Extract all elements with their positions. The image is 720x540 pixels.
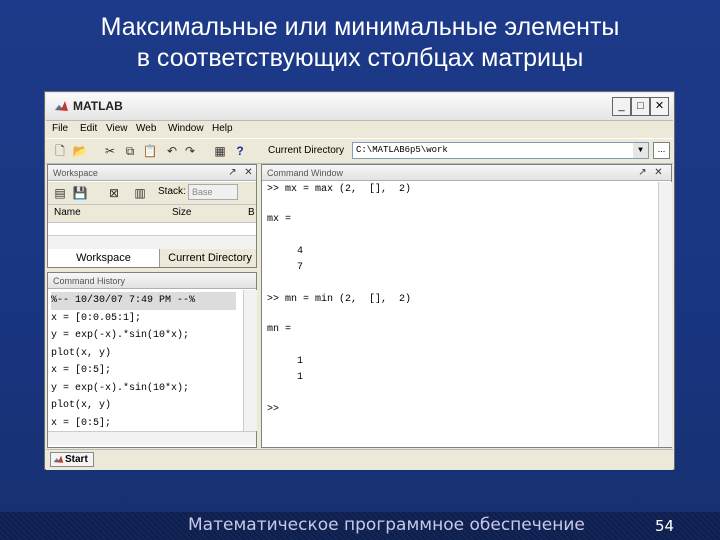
- copy-icon[interactable]: ⧉: [122, 143, 138, 159]
- col-name[interactable]: Name: [54, 207, 81, 218]
- undock-icon[interactable]: ↗: [636, 166, 649, 179]
- matlab-logo-icon: [55, 101, 68, 111]
- matlab-window: MATLAB _ □ ✕ File Edit View Web Window H…: [44, 91, 675, 470]
- command-history-list: %-- 10/30/07 7:49 PM --% x = [0:0.05:1];…: [51, 292, 236, 444]
- history-line[interactable]: x = [0:5];: [51, 415, 236, 433]
- history-line[interactable]: y = exp(-x).*sin(10*x);: [51, 380, 236, 398]
- menu-help[interactable]: Help: [212, 123, 233, 134]
- status-bar: Start: [46, 449, 673, 470]
- stack-select[interactable]: Base: [188, 184, 238, 200]
- menu-window[interactable]: Window: [168, 123, 204, 134]
- menu-edit[interactable]: Edit: [80, 123, 97, 134]
- command-line: >> mn = min (2, [], 2): [267, 294, 412, 305]
- workspace-hscrollbar[interactable]: [48, 235, 256, 249]
- workspace-tabs: Workspace Current Directory: [48, 249, 256, 267]
- browse-folder-button[interactable]: ...: [653, 142, 670, 159]
- command-line: 4: [267, 246, 304, 257]
- start-button[interactable]: Start: [50, 452, 94, 467]
- close-button[interactable]: ✕: [650, 97, 669, 116]
- workspace-panel: Workspace ↗ ✕ ▤ 💾 ⊠ ▥ Stack: Base Name S…: [47, 164, 257, 268]
- undock-icon[interactable]: ↗: [226, 166, 239, 179]
- menu-bar: File Edit View Web Window Help: [46, 121, 673, 137]
- window-title: MATLAB: [73, 99, 123, 113]
- undo-icon[interactable]: ↶: [164, 143, 180, 159]
- command-line: 1: [267, 372, 304, 383]
- command-window-panel: Command Window ↗ ✕ >> mx = max (2, [], 2…: [261, 164, 672, 448]
- history-hscrollbar[interactable]: [48, 431, 256, 445]
- start-label: Start: [65, 454, 88, 465]
- command-history-title: Command History: [48, 273, 256, 289]
- chevron-down-icon[interactable]: ▼: [633, 143, 648, 158]
- new-file-icon[interactable]: 🗋: [52, 143, 68, 159]
- slide-title-line2: в соответствующих столбцах матрицы: [136, 44, 584, 72]
- delete-icon[interactable]: ⊠: [106, 185, 122, 201]
- tab-workspace[interactable]: Workspace: [48, 249, 160, 267]
- cut-icon[interactable]: ✂: [102, 143, 118, 159]
- history-line[interactable]: x = [0:0.05:1];: [51, 310, 236, 328]
- current-directory-value: C:\MATLAB6p5\work: [356, 145, 448, 155]
- simulink-icon[interactable]: ▦: [212, 143, 228, 159]
- slide-title: Максимальные или минимальные элементы в …: [0, 12, 720, 74]
- command-line: mn =: [267, 324, 292, 335]
- array-editor-icon[interactable]: ▥: [132, 185, 148, 201]
- paste-icon[interactable]: 📋: [142, 143, 158, 159]
- open-file-icon[interactable]: 📂: [72, 143, 88, 159]
- command-line: 1: [267, 356, 304, 367]
- command-prompt: >>: [267, 404, 280, 415]
- tab-current-directory[interactable]: Current Directory: [162, 249, 258, 267]
- footer-text: Математическое программное обеспечение: [188, 515, 585, 535]
- save-icon[interactable]: 💾: [72, 185, 88, 201]
- workspace-title: Workspace: [48, 165, 256, 181]
- command-line: mx =: [267, 214, 292, 225]
- command-vscrollbar[interactable]: [658, 182, 672, 447]
- command-history-panel: Command History %-- 10/30/07 7:49 PM --%…: [47, 272, 257, 448]
- maximize-button[interactable]: □: [631, 97, 650, 116]
- history-line[interactable]: %-- 10/30/07 7:49 PM --%: [51, 292, 236, 310]
- menu-file[interactable]: File: [52, 123, 68, 134]
- slide-title-line1: Максимальные или минимальные элементы: [100, 13, 620, 41]
- current-directory-field[interactable]: C:\MATLAB6p5\work ▼: [352, 142, 649, 159]
- col-size[interactable]: Size: [172, 207, 191, 218]
- redo-icon[interactable]: ↷: [182, 143, 198, 159]
- current-directory-label: Current Directory: [268, 145, 345, 156]
- stack-label: Stack:: [158, 186, 186, 197]
- history-vscrollbar[interactable]: [243, 290, 257, 431]
- menu-view[interactable]: View: [106, 123, 128, 134]
- command-window-title: Command Window: [262, 165, 671, 181]
- workspace-header: Name Size B: [48, 205, 256, 223]
- command-line: >> mx = max (2, [], 2): [267, 184, 412, 195]
- import-icon[interactable]: ▤: [52, 185, 68, 201]
- menu-web[interactable]: Web: [136, 123, 156, 134]
- command-line: 7: [267, 262, 304, 273]
- workspace-toolbar: ▤ 💾 ⊠ ▥ Stack: Base: [48, 182, 256, 205]
- matlab-logo-icon: [53, 455, 64, 463]
- close-panel-icon[interactable]: ✕: [242, 166, 255, 179]
- title-bar[interactable]: MATLAB _ □ ✕: [46, 93, 673, 121]
- close-panel-icon[interactable]: ✕: [652, 166, 665, 179]
- history-line[interactable]: y = exp(-x).*sin(10*x);: [51, 327, 236, 345]
- help-icon[interactable]: ?: [232, 143, 248, 159]
- history-line[interactable]: x = [0:5];: [51, 362, 236, 380]
- minimize-button[interactable]: _: [612, 97, 631, 116]
- history-line[interactable]: plot(x, y): [51, 397, 236, 415]
- page-number: 54: [655, 517, 675, 535]
- history-line[interactable]: plot(x, y): [51, 345, 236, 363]
- col-bytes[interactable]: B: [248, 207, 255, 218]
- toolbar: 🗋 📂 ✂ ⧉ 📋 ↶ ↷ ▦ ? Current Directory C:\M…: [46, 138, 673, 164]
